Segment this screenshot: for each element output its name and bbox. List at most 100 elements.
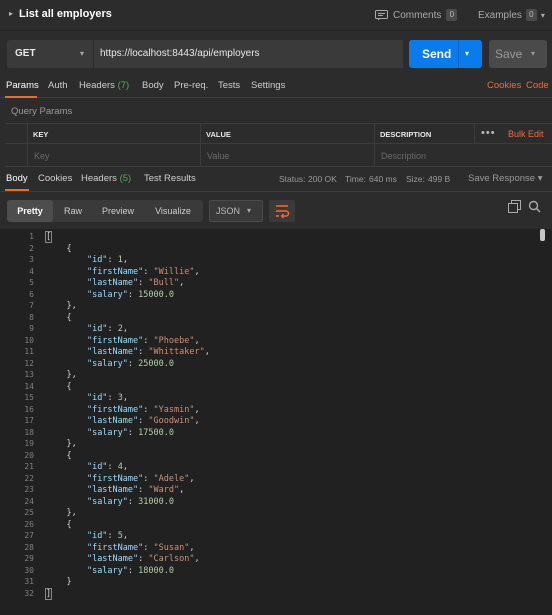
json-punctuation [46,267,87,277]
tab-response-headers-label: Headers [81,173,117,184]
code-line: ] [44,587,53,600]
code-line: }, [46,508,76,518]
collapse-caret-icon[interactable]: ▸ [9,9,13,18]
code-line: }, [46,439,76,449]
json-key: "id" [86,531,108,541]
tab-body[interactable]: Body [142,80,164,91]
json-value: "Adele" [153,473,190,484]
query-params-label: Query Params [11,106,73,117]
save-button[interactable]: Save ▾ [489,40,547,68]
json-punctuation: : [127,358,139,369]
tab-response-body[interactable]: Body [6,173,28,184]
chevron-down-icon[interactable]: ▾ [465,49,469,58]
wrap-icon [276,205,290,219]
cookies-link[interactable]: Cookies [487,80,521,91]
json-punctuation: , [194,554,200,564]
json-punctuation [46,497,87,507]
search-icon[interactable] [528,200,541,213]
line-number: 15 [24,393,34,402]
url-input[interactable]: https://localhost:8443/api/employers [93,40,403,68]
json-punctuation: : [127,496,139,507]
time-value: 640 ms [369,174,397,184]
description-field[interactable]: Description [381,151,426,161]
json-key: "id" [86,324,108,334]
json-punctuation: : [107,324,118,334]
more-horizontal-icon[interactable]: ••• [481,127,496,139]
line-number: 3 [29,255,34,264]
code-line: "id": 1, [46,255,128,265]
tab-response-cookies[interactable]: Cookies [38,173,72,184]
line-number: 27 [24,531,34,540]
tab-settings[interactable]: Settings [251,80,285,91]
line-number: 13 [24,370,34,379]
json-punctuation: , [122,531,128,541]
json-punctuation: , [122,393,128,403]
line-number: 8 [29,312,34,322]
chevron-down-icon: ▾ [79,49,84,58]
save-response-button[interactable]: Save Response ▾ [468,173,543,184]
examples-button[interactable]: Examples 0 ▾ [478,7,545,23]
json-punctuation: : [138,416,149,426]
code-line: "id": 4, [46,462,128,472]
line-number: 23 [24,485,34,494]
json-value: "Susan" [153,542,190,553]
code-line: { [46,313,71,323]
json-punctuation: : [143,542,154,553]
code-line: "firstName": "Yasmin", [46,405,200,415]
size-value: 499 B [428,174,451,184]
tab-params[interactable]: Params [6,80,39,91]
tab-prereq[interactable]: Pre-req. [174,80,208,91]
json-key: "salary" [86,496,128,507]
comments-count: 0 [446,9,458,21]
format-select[interactable]: JSON ▾ [209,200,263,222]
send-label: Send [422,47,452,61]
json-value: 15000.0 [138,289,174,300]
bulk-edit-link[interactable]: Bulk Edit [508,129,544,139]
comments-label: Comments [393,9,442,21]
code-line: "lastName": "Goodwin", [46,416,200,426]
comments-button[interactable]: Comments 0 [375,7,458,23]
headers-count: (7) [117,80,130,91]
line-number: 26 [24,519,34,529]
status-value: 200 OK [308,174,337,184]
size-label: Size: [406,174,425,184]
code-line: "firstName": "Willie", [46,267,200,277]
chevron-down-icon: ▾ [537,173,543,184]
code-link[interactable]: Code [526,80,549,91]
request-bar: GET ▾ https://localhost:8443/api/employe… [0,30,552,74]
json-punctuation [46,278,87,288]
json-punctuation: : [107,462,118,472]
json-punctuation [46,462,87,472]
json-punctuation: : [143,404,154,415]
wrap-lines-button[interactable] [269,200,295,222]
json-value: "Goodwin" [148,416,195,426]
tab-response-headers[interactable]: Headers (5) [81,173,131,184]
json-punctuation: , [194,266,200,277]
response-body-editor[interactable]: 1 [2 {3 "id": 1, 4 "firstName": "Willie", 5… [0,229,552,615]
code-line: { [46,451,71,461]
request-title[interactable]: List all employers [19,8,112,20]
raw-button[interactable]: Raw [56,200,90,222]
line-number: 31 [24,577,34,586]
preview-button[interactable]: Preview [95,200,141,222]
visualize-button[interactable]: Visualize [147,200,199,222]
key-field[interactable]: Key [34,151,50,161]
method-value: GET [15,48,36,59]
tab-headers[interactable]: Headers (7) [79,80,129,91]
chevron-down-icon[interactable]: ▾ [531,49,535,58]
tab-tests[interactable]: Tests [218,80,240,91]
code-line: "id": 3, [46,393,128,403]
send-button[interactable]: Send ▾ [409,40,482,68]
pretty-button[interactable]: Pretty [7,200,53,222]
value-field[interactable]: Value [207,151,229,161]
tab-test-results[interactable]: Test Results [144,173,196,184]
format-value: JSON [216,206,241,216]
tab-auth[interactable]: Auth [48,80,68,91]
json-punctuation [46,543,87,553]
column-divider [200,124,201,167]
json-value: "Whittaker" [148,347,205,357]
copy-icon[interactable] [508,200,521,213]
method-select[interactable]: GET ▾ [7,40,93,68]
vertical-scrollbar[interactable] [540,229,545,241]
json-value: "Phoebe" [153,335,195,346]
